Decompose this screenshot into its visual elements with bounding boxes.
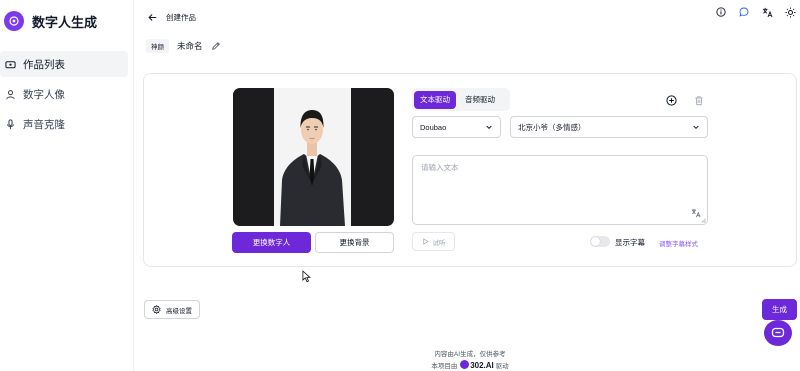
- sidebar-item-voice-clone[interactable]: 声音克隆: [0, 111, 128, 137]
- avatar-figure: [280, 110, 345, 226]
- toggle-knob: [591, 237, 600, 246]
- change-avatar-button[interactable]: 更换数字人: [232, 232, 311, 253]
- subtitle-toggle[interactable]: [590, 236, 610, 247]
- avatar-preview: [233, 88, 394, 226]
- listen-button[interactable]: 试听: [412, 232, 455, 251]
- brand-302-logo-icon: [460, 360, 470, 369]
- advanced-settings-button[interactable]: 高级设置: [144, 300, 200, 319]
- play-icon: [422, 238, 428, 245]
- pencil-icon[interactable]: [211, 41, 221, 51]
- translate-icon[interactable]: [761, 6, 773, 18]
- sidebar: 数字人生成 作品列表 数字人像 声音克隆: [0, 0, 134, 371]
- chevron-down-icon: [486, 125, 492, 129]
- back-nav[interactable]: 创建作品: [148, 12, 196, 23]
- resize-handle-icon[interactable]: [701, 218, 706, 223]
- script-text-placeholder: 请输入文本: [421, 163, 459, 172]
- model-select[interactable]: Doubao: [412, 116, 501, 138]
- page-title: 创建作品: [166, 13, 196, 22]
- listen-label: 试听: [432, 239, 446, 247]
- footer-disclaimer: 内容由AI生成，仅供参考: [434, 351, 506, 358]
- generate-button[interactable]: 生成: [762, 299, 797, 320]
- drive-mode-tabs: 文本驱动 音频驱动: [412, 88, 510, 111]
- trash-icon[interactable]: [693, 94, 705, 106]
- app-logo-icon: [4, 11, 24, 31]
- info-icon[interactable]: [715, 6, 727, 18]
- work-name-row: 神颜 未命名: [146, 39, 221, 53]
- gear-icon: [152, 305, 161, 314]
- advanced-settings-label: 高级设置: [166, 307, 192, 315]
- microphone-icon: [7, 118, 14, 129]
- chat-bubble-icon[interactable]: [738, 6, 750, 18]
- chevron-down-icon: [693, 125, 699, 129]
- video-icon: [5, 60, 16, 68]
- sidebar-item-avatars[interactable]: 数字人像: [0, 81, 128, 107]
- model-select-value: Doubao: [420, 122, 447, 132]
- subtitle-label: 显示字幕: [615, 238, 645, 247]
- app-title: 数字人生成: [32, 14, 98, 30]
- chat-icon: [771, 327, 785, 338]
- footer-powered-by: 本项目由 302.AI 驱动: [431, 360, 509, 370]
- sidebar-item-label: 作品列表: [23, 58, 65, 71]
- sidebar-item-works[interactable]: 作品列表: [0, 51, 128, 77]
- sidebar-item-label: 声音克隆: [23, 118, 65, 131]
- add-circle-icon[interactable]: [665, 94, 677, 106]
- work-tag-badge: 神颜: [146, 39, 169, 53]
- tab-audio-drive[interactable]: 音频驱动: [459, 91, 501, 109]
- sidebar-item-label: 数字人像: [23, 88, 65, 101]
- tab-text-drive[interactable]: 文本驱动: [414, 90, 456, 109]
- voice-select[interactable]: 北京小爷（多情感）: [510, 116, 708, 138]
- voice-select-value: 北京小爷（多情感）: [518, 122, 586, 132]
- arrow-left-icon[interactable]: [148, 13, 157, 22]
- mouse-cursor-icon: [302, 270, 311, 283]
- brand[interactable]: 数字人生成: [4, 11, 97, 31]
- footer-brand[interactable]: 302.AI: [470, 361, 494, 370]
- script-text-input[interactable]: 请输入文本: [412, 155, 708, 225]
- footer: 内容由AI生成，仅供参考 本项目由 302.AI 驱动: [400, 349, 540, 371]
- subtitle-style-link[interactable]: 调整字幕样式: [659, 238, 698, 248]
- top-toolbar: [715, 6, 796, 18]
- translate-icon[interactable]: [691, 208, 701, 218]
- change-background-button[interactable]: 更换背景: [315, 232, 394, 253]
- user-icon: [6, 89, 15, 99]
- sun-icon[interactable]: [784, 6, 796, 18]
- chat-support-button[interactable]: [764, 320, 792, 346]
- work-name: 未命名: [177, 41, 203, 51]
